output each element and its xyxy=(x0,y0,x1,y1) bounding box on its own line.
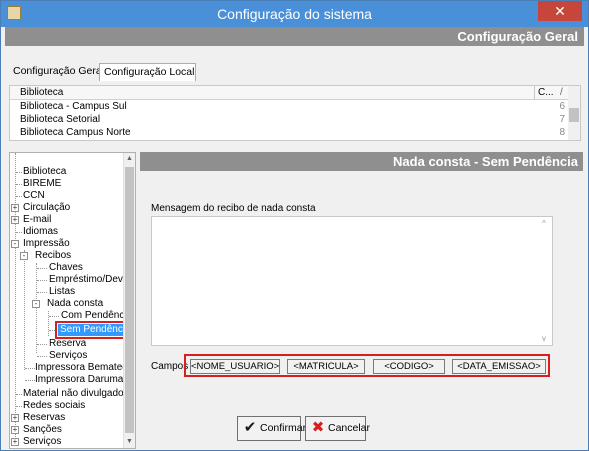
field-matricula-button[interactable]: <MATRICULA> xyxy=(287,359,365,374)
cross-icon: ✖ xyxy=(311,419,325,436)
library-grid[interactable]: Biblioteca C... / Biblioteca - Campus Su… xyxy=(9,85,581,141)
window-title: Configuração do sistema xyxy=(217,6,372,22)
expand-icon[interactable]: + xyxy=(11,414,19,422)
tree-branch-line xyxy=(25,368,35,369)
tree-branch-line xyxy=(37,292,47,293)
tree-guide-line xyxy=(48,311,49,336)
collapse-icon[interactable]: - xyxy=(11,240,19,248)
tree-item-com-pendencia[interactable]: Com Pendência xyxy=(61,310,132,322)
section-title: Configuração Geral xyxy=(457,29,578,44)
column-header-library[interactable]: Biblioteca xyxy=(20,87,63,98)
library-code: 8 xyxy=(559,127,565,138)
table-row[interactable]: Biblioteca Setorial 7 xyxy=(10,114,569,127)
confirm-label: Confirmar xyxy=(260,422,307,434)
close-button[interactable]: ✕ xyxy=(538,1,582,21)
tree-branch-line xyxy=(16,394,22,395)
expand-icon[interactable]: + xyxy=(11,426,19,434)
collapse-icon[interactable]: - xyxy=(20,252,28,260)
tree-branch-line xyxy=(37,280,47,281)
tree-branch-line xyxy=(49,316,59,317)
tree-item-email[interactable]: E-mail xyxy=(23,214,51,226)
message-scrollbar[interactable]: ^ v xyxy=(540,217,552,345)
expand-icon[interactable]: + xyxy=(11,204,19,212)
tree-item-recibos[interactable]: Recibos xyxy=(35,250,71,262)
sort-icon: / xyxy=(560,87,563,98)
fields-group: <NOME_USUARIO> <MATRICULA> <CODIGO> <DAT… xyxy=(184,354,550,377)
tree-item-idiomas[interactable]: Idiomas xyxy=(23,226,58,238)
expand-icon[interactable]: + xyxy=(11,438,19,446)
collapse-icon[interactable]: - xyxy=(32,300,40,308)
panel-header: Nada consta - Sem Pendência xyxy=(140,152,583,171)
scroll-down-icon[interactable]: ▼ xyxy=(124,436,135,448)
expand-icon[interactable]: + xyxy=(11,216,19,224)
table-row[interactable]: Biblioteca - Campus Sul 6 xyxy=(10,101,569,114)
tree-guide-line xyxy=(36,263,37,353)
tree-item-ccn[interactable]: CCN xyxy=(23,190,45,202)
scroll-up-icon[interactable]: ^ xyxy=(542,219,546,228)
scrollbar-thumb[interactable] xyxy=(125,167,134,433)
grid-header: Biblioteca C... / xyxy=(10,86,569,100)
fields-label: Campos xyxy=(151,361,189,372)
library-name: Biblioteca - Campus Sul xyxy=(20,101,127,112)
tree-branch-line xyxy=(16,406,22,407)
scroll-up-icon[interactable]: ▲ xyxy=(124,153,135,165)
tree-item-nada-consta[interactable]: Nada consta xyxy=(47,298,103,310)
tree-branch-line xyxy=(16,184,22,185)
tree-item-sem-pendencia[interactable]: Sem Pendência xyxy=(55,321,135,339)
message-textarea[interactable]: ^ v xyxy=(151,216,553,346)
tree-branch-line xyxy=(37,356,47,357)
settings-tree[interactable]: Biblioteca BIREME CCN + Circulação + E-m… xyxy=(9,152,136,449)
tree-item-listas[interactable]: Listas xyxy=(49,286,75,298)
library-code: 7 xyxy=(559,114,565,125)
column-header-code[interactable]: C... xyxy=(538,87,554,98)
tree-item-biblioteca[interactable]: Biblioteca xyxy=(23,166,66,178)
tree-item-impressora-daruma[interactable]: Impressora Daruma xyxy=(35,374,123,386)
panel-title: Nada consta - Sem Pendência xyxy=(393,154,578,169)
tree-branch-line xyxy=(49,330,57,331)
configuration-window: Configuração do sistema ✕ Configuração G… xyxy=(0,0,589,451)
library-name: Biblioteca Campus Norte xyxy=(20,127,131,138)
library-grid-scrollbar[interactable] xyxy=(568,86,580,140)
column-separator xyxy=(534,86,535,100)
table-row[interactable]: Biblioteca Campus Norte 8 xyxy=(10,127,569,140)
tree-item-impressora-bematech[interactable]: Impressora Bematech xyxy=(35,362,133,374)
tree-branch-line xyxy=(37,268,47,269)
tree-branch-line xyxy=(16,172,22,173)
tree-branch-line xyxy=(37,344,47,345)
tree-item-servicos-recibo[interactable]: Serviços xyxy=(49,350,87,362)
tree-branch-line xyxy=(25,380,35,381)
scroll-down-icon[interactable]: v xyxy=(542,334,546,343)
cancel-label: Cancelar xyxy=(328,422,371,434)
field-data-emissao-button[interactable]: <DATA_EMISSAO> xyxy=(452,359,546,374)
tree-item-redes-sociais[interactable]: Redes sociais xyxy=(23,400,85,412)
tree-guide-line xyxy=(24,250,25,370)
tree-item-bireme[interactable]: BIREME xyxy=(23,178,61,190)
tab-configuracao-local[interactable]: Configuração Local xyxy=(99,63,196,81)
tree-item-impressao[interactable]: Impressão xyxy=(23,238,70,250)
field-nome-usuario-button[interactable]: <NOME_USUARIO> xyxy=(190,359,280,374)
tree-item-circulacao[interactable]: Circulação xyxy=(23,202,70,214)
field-codigo-button[interactable]: <CODIGO> xyxy=(373,359,445,374)
checkmark-icon: ✔ xyxy=(243,419,257,436)
cancel-button[interactable]: ✖ Cancelar xyxy=(305,416,370,441)
library-code: 6 xyxy=(559,101,565,112)
tree-item-reserva[interactable]: Reserva xyxy=(49,338,86,350)
tree-branch-line xyxy=(16,232,22,233)
library-name: Biblioteca Setorial xyxy=(20,114,101,125)
tree-item-chaves[interactable]: Chaves xyxy=(49,262,83,274)
tab-configuracao-geral[interactable]: Configuração Geral xyxy=(9,63,104,81)
tree-branch-line xyxy=(16,196,22,197)
tree-item-servicos[interactable]: Serviços xyxy=(23,436,61,448)
tree-scrollbar[interactable]: ▲ ▼ xyxy=(123,153,135,448)
message-label: Mensagem do recibo de nada consta xyxy=(151,203,316,214)
tree-item-reservas[interactable]: Reservas xyxy=(23,412,65,424)
tree-item-sancoes[interactable]: Sanções xyxy=(23,424,62,436)
scrollbar-thumb[interactable] xyxy=(569,108,579,122)
confirm-button[interactable]: ✔ Confirmar xyxy=(237,416,306,441)
section-header: Configuração Geral xyxy=(5,27,584,46)
title-bar[interactable]: Configuração do sistema ✕ xyxy=(1,1,588,27)
tree-item-material-nao-divulgado[interactable]: Material não divulgado xyxy=(23,388,124,400)
